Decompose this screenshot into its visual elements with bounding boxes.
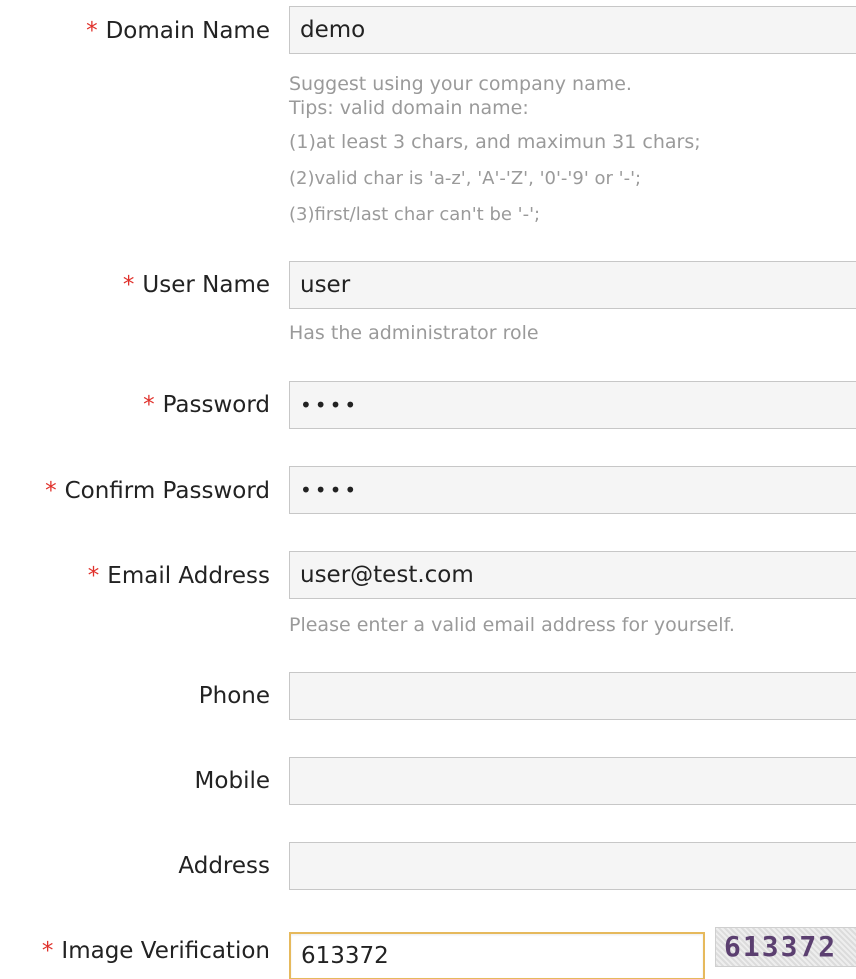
captcha-image[interactable]: 613372	[715, 927, 856, 967]
email-address-label: * Email Address	[87, 563, 270, 589]
phone-input[interactable]	[289, 672, 856, 720]
phone-label: Phone	[198, 683, 270, 709]
address-input[interactable]	[289, 842, 856, 890]
image-verification-input[interactable]	[289, 932, 705, 979]
user-name-label: * User Name	[122, 272, 270, 298]
address-label: Address	[178, 853, 270, 879]
email-hint: Please enter a valid email address for y…	[289, 614, 735, 636]
password-input[interactable]	[289, 381, 856, 429]
user-name-hint: Has the administrator role	[289, 322, 539, 344]
image-verification-label: * Image Verification	[41, 938, 270, 964]
required-marker: *	[45, 478, 57, 504]
confirm-password-input[interactable]	[289, 466, 856, 514]
required-marker: *	[86, 18, 98, 44]
required-marker: *	[87, 563, 100, 589]
domain-name-hint: Tips: valid domain name:	[289, 97, 529, 119]
domain-name-hint: (3)first/last char can't be '-';	[289, 204, 541, 225]
mobile-input[interactable]	[289, 757, 856, 805]
captcha-text: 613372	[724, 930, 838, 963]
domain-name-hint: (1)at least 3 chars, and maximun 31 char…	[289, 131, 701, 153]
registration-form: *Domain Name Suggest using your company …	[0, 0, 856, 979]
domain-name-hint: Suggest using your company name.	[289, 73, 632, 95]
domain-name-label: * Domain Name	[86, 18, 270, 44]
required-marker: *	[143, 392, 155, 418]
required-marker: *	[122, 272, 135, 298]
confirm-password-label: * Confirm Password	[45, 478, 270, 504]
email-address-input[interactable]	[289, 551, 856, 599]
mobile-label: Mobile	[194, 768, 270, 794]
domain-name-input[interactable]	[289, 6, 856, 54]
domain-name-hint: (2)valid char is 'a-z', 'A'-'Z', '0'-'9'…	[289, 168, 642, 189]
user-name-input[interactable]	[289, 261, 856, 309]
required-marker: *	[41, 938, 54, 964]
password-label: * Password	[143, 392, 270, 418]
